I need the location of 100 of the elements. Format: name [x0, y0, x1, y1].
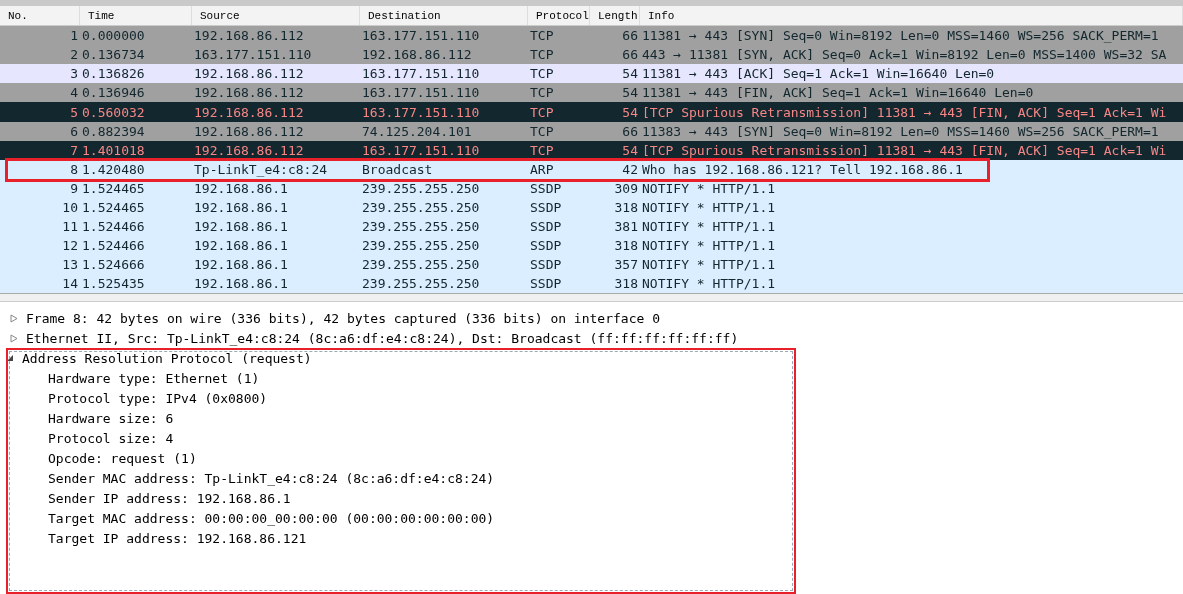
table-cell-text: 381: [613, 219, 639, 235]
table-cell-text: 163.177.151.110: [361, 28, 481, 44]
table-cell-text: 1.524465: [81, 200, 146, 215]
table-cell-text: 318: [613, 276, 639, 292]
packet-row[interactable]: 14 1.525435 192.168.86.1 239.255.255.250 SSDP 318 NOTIFY * HTTP/1.1: [0, 274, 1183, 294]
column-header[interactable]: Destination: [360, 6, 528, 26]
packet-row[interactable]: 1 0.000000 192.168.86.112 163.177.151.110 TCP 66 11381 → 443 [SYN] Seq=0 Win=8192 Len=0 MSS=1460 WS=256 SACK_PERM=1: [0, 26, 1183, 46]
packet-row[interactable]: 8 1.420480 Tp-LinkT_e4:c8:24 Broadcast ARP 42 Who has 192.168.86.121? Tell 192.168.86.1: [0, 159, 1183, 179]
table-cell-text: SSDP: [529, 276, 563, 292]
table-cell-text: 0.000000: [81, 28, 146, 44]
table-cell-text: TCP: [529, 104, 555, 120]
table-cell-text: 66: [621, 28, 639, 44]
packet-row[interactable]: 2 0.136734 163.177.151.110 192.168.86.112 TCP 66 443 → 11381 [SYN, ACK] Seq=0 Ack=1 Win=8192 Len=0 MSS=1400 WS=32 SA: [0, 45, 1183, 65]
detail-field[interactable]: Protocol type: IPv4 (0x0800): [48, 390, 268, 406]
table-cell-text: 1.524466: [81, 219, 146, 235]
table-cell-text: 192.168.86.1: [193, 200, 289, 215]
table-cell-text: 192.168.86.112: [193, 104, 305, 120]
table-cell-text: 163.177.151.110: [193, 47, 313, 63]
detail-field[interactable]: Opcode: request (1): [48, 450, 197, 466]
packet-row[interactable]: 3 0.136826 192.168.86.112 163.177.151.110 TCP 54 11381 → 443 [ACK] Seq=1 Ack=1 Win=16640 Len=0: [0, 64, 1183, 84]
table-cell-text: TCP: [529, 123, 555, 139]
collapse-triangle-icon[interactable]: [6, 354, 14, 362]
table-cell-text: 11383 → 443 [SYN] Seq=0 Win=8192 Len=0 MSS=1460 WS=256 SACK_PERM=1: [641, 123, 1160, 139]
table-cell-text: 4: [69, 85, 79, 101]
table-cell-text: TCP: [529, 142, 555, 158]
table-cell-text: 309: [613, 180, 639, 196]
packet-row[interactable]: 4 0.136946 192.168.86.112 163.177.151.110 TCP 54 11381 → 443 [FIN, ACK] Seq=1 Ack=1 Win=16640 Len=0: [0, 83, 1183, 103]
packet-row[interactable]: 13 1.524666 192.168.86.1 239.255.255.250 SSDP 357 NOTIFY * HTTP/1.1: [0, 255, 1183, 275]
column-header[interactable]: Time: [80, 6, 192, 26]
table-cell-text: 192.168.86.1: [193, 238, 289, 254]
table-cell-text: 192.168.86.1: [193, 257, 289, 273]
table-cell-text: 13: [61, 257, 79, 273]
table-cell-text: 192.168.86.1: [193, 180, 289, 196]
table-cell-text: 11381 → 443 [FIN, ACK] Seq=1 Ack=1 Win=16640 Len=0: [641, 85, 1035, 101]
table-cell-text: 239.255.255.250: [361, 219, 481, 235]
table-cell-text: 54: [621, 85, 639, 101]
packet-row[interactable]: 10 1.524465 192.168.86.1 239.255.255.250 SSDP 318 NOTIFY * HTTP/1.1: [0, 197, 1183, 218]
column-header[interactable]: Info: [640, 6, 1183, 26]
table-cell-text: 54: [621, 66, 639, 82]
table-cell-text: 42: [621, 161, 639, 177]
table-cell-text: NOTIFY * HTTP/1.1: [641, 200, 777, 215]
detail-field[interactable]: Target MAC address: 00:00:00_00:00:00 (00:00:00:00:00:00): [48, 510, 495, 526]
column-header[interactable]: Source: [192, 6, 360, 26]
table-cell-text: 357: [613, 257, 639, 273]
table-cell-text: 0.136734: [81, 47, 146, 63]
column-header[interactable]: Protocol: [528, 6, 590, 26]
table-cell-text: NOTIFY * HTTP/1.1: [641, 276, 777, 292]
table-cell-text: Tp-LinkT_e4:c8:24: [193, 161, 329, 177]
table-cell-text: 11381 → 443 [ACK] Seq=1 Ack=1 Win=16640 Len=0: [641, 66, 996, 82]
table-cell-text: 6: [69, 123, 79, 139]
table-cell-text: Broadcast: [361, 161, 434, 177]
table-cell-text: 5: [69, 104, 79, 120]
table-cell-text: [TCP Spurious Retransmission] 11381 → 443 [FIN, ACK] Seq=1 Ack=1 Wi: [641, 142, 1168, 158]
table-cell-text: 192.168.86.112: [193, 123, 305, 139]
column-header[interactable]: No.: [0, 6, 80, 26]
detail-item[interactable]: Ethernet II, Src: Tp-LinkT_e4:c8:24 (8c:a6:df:e4:c8:24), Dst: Broadcast (ff:ff:ff:ff:ff:ff): [26, 330, 739, 346]
detail-field[interactable]: Sender MAC address: Tp-LinkT_e4:c8:24 (8c:a6:df:e4:c8:24): [48, 470, 495, 486]
table-cell-text: 12: [61, 238, 79, 254]
packet-row[interactable]: 11 1.524466 192.168.86.1 239.255.255.250 SSDP 381 NOTIFY * HTTP/1.1: [0, 217, 1183, 237]
table-cell-text: 192.168.86.1: [193, 219, 289, 235]
table-cell-text: 239.255.255.250: [361, 257, 481, 273]
table-cell-text: 8: [69, 161, 79, 177]
detail-field[interactable]: Hardware type: Ethernet (1): [48, 370, 260, 386]
table-cell-text: SSDP: [529, 257, 563, 273]
table-cell-text: NOTIFY * HTTP/1.1: [641, 238, 777, 254]
table-cell-text: 192.168.86.112: [193, 142, 305, 158]
detail-field[interactable]: Target IP address: 192.168.86.121: [48, 530, 307, 546]
table-cell-text: SSDP: [529, 238, 563, 254]
table-cell-text: [TCP Spurious Retransmission] 11381 → 443 [FIN, ACK] Seq=1 Ack=1 Wi: [641, 104, 1168, 120]
table-cell-text: 239.255.255.250: [361, 200, 481, 215]
packet-row[interactable]: 6 0.882394 192.168.86.112 74.125.204.101 TCP 66 11383 → 443 [SYN] Seq=0 Win=8192 Len=0 MSS=1460 WS=256 SACK_PERM=1: [0, 121, 1183, 141]
table-cell-text: NOTIFY * HTTP/1.1: [641, 219, 777, 235]
table-cell-text: NOTIFY * HTTP/1.1: [641, 257, 777, 273]
packet-row[interactable]: 5 0.560032 192.168.86.112 163.177.151.110 TCP 54 [TCP Spurious Retransmission] 11381 → 443 [FIN, ACK] Seq=1 Ack=1 Wi: [0, 102, 1183, 122]
packet-row[interactable]: 12 1.524466 192.168.86.1 239.255.255.250 SSDP 318 NOTIFY * HTTP/1.1: [0, 236, 1183, 256]
table-cell-text: Who has 192.168.86.121? Tell 192.168.86.1: [641, 161, 964, 177]
table-cell-text: 239.255.255.250: [361, 180, 481, 196]
detail-field[interactable]: Hardware size: 6: [48, 410, 174, 426]
table-cell-text: 163.177.151.110: [361, 66, 481, 82]
table-cell-text: 163.177.151.110: [361, 142, 481, 158]
column-header[interactable]: Length: [590, 6, 640, 26]
table-cell-text: 318: [613, 238, 639, 254]
table-cell-text: 66: [621, 123, 639, 139]
table-cell-text: SSDP: [529, 200, 563, 215]
table-cell-text: SSDP: [529, 180, 563, 196]
table-cell-text: 1.524465: [81, 180, 146, 196]
table-cell-text: 192.168.86.112: [193, 66, 305, 82]
detail-item[interactable]: Address Resolution Protocol (request): [22, 350, 312, 366]
table-cell-text: 192.168.86.112: [193, 85, 305, 101]
table-cell-text: 9: [69, 180, 79, 196]
table-cell-text: 11: [61, 219, 79, 235]
table-cell-text: 239.255.255.250: [361, 238, 481, 254]
table-cell-text: 54: [621, 104, 639, 120]
detail-item[interactable]: Frame 8: 42 bytes on wire (336 bits), 42 bytes captured (336 bits) on interface 0: [26, 310, 660, 326]
detail-field[interactable]: Sender IP address: 192.168.86.1: [48, 490, 291, 506]
detail-field[interactable]: Protocol size: 4: [48, 430, 174, 446]
table-cell-text: 1.420480: [81, 161, 146, 177]
table-cell-text: TCP: [529, 47, 555, 63]
table-cell-text: TCP: [529, 66, 555, 82]
table-cell-text: 3: [69, 66, 79, 82]
